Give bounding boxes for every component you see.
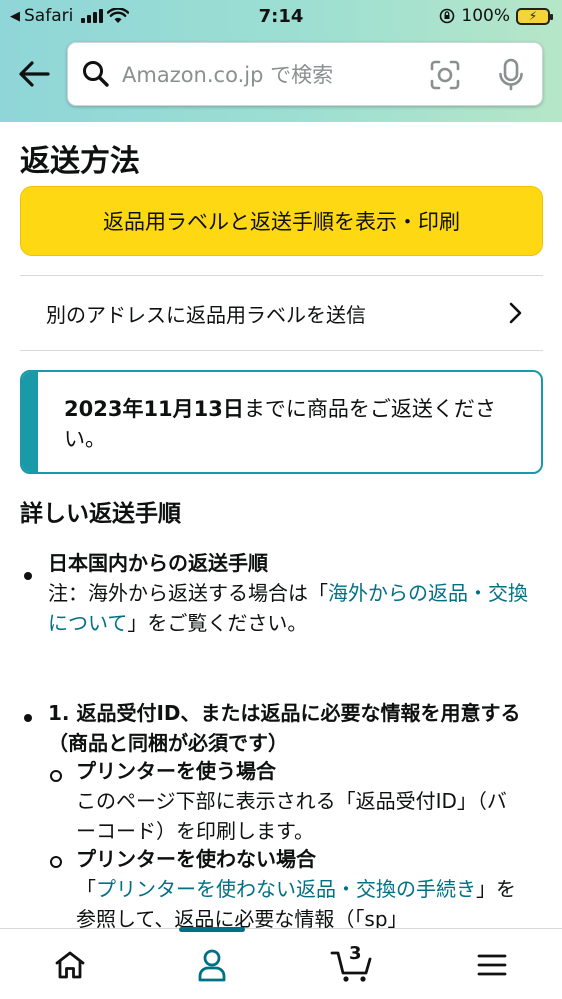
home-icon [55, 951, 85, 979]
nav-account[interactable] [190, 943, 234, 987]
printer-text: このページ下部に表示される「返品受付ID」（バーコード）を印刷します。 [76, 789, 507, 843]
search-input[interactable] [122, 55, 422, 95]
orientation-lock-icon [440, 8, 455, 24]
overseas-note: 注：海外から返送する場合は「海外からの返品・交換について」をご覧ください。 [48, 578, 543, 638]
status-right: 100% ⚡ [439, 6, 553, 26]
noprinter-prefix: 「 [76, 877, 96, 901]
notice-text: 2023年11月13日までに商品をご返送ください。 [64, 394, 524, 454]
send-label-to-other-address-link[interactable]: 別のアドレスに返品用ラベルを送信 [20, 276, 543, 350]
active-tab-indicator [179, 927, 245, 932]
nav-cart[interactable]: 3 [330, 943, 374, 987]
divider [20, 350, 543, 351]
bottom-navigation: 3 [0, 927, 562, 999]
page-title: 返送方法 [20, 144, 140, 179]
arrow-left-icon [19, 61, 50, 87]
account-user-icon [198, 949, 226, 982]
search-box[interactable] [67, 42, 543, 106]
nav-home[interactable] [48, 943, 92, 987]
bullet [24, 572, 32, 580]
send-label-link-label: 別のアドレスに返品用ラベルを送信 [46, 302, 366, 327]
notice-accent-bar [22, 372, 38, 472]
note-suffix: 」をご覧ください。 [127, 611, 308, 635]
noprinter-heading: プリンターを使わない場合 [76, 847, 316, 871]
domestic-heading: 日本国内からの返送手順 [48, 551, 268, 575]
printer-heading: プリンターを使う場合 [76, 759, 276, 783]
deadline-date: 2023年11月13日 [64, 397, 244, 421]
status-bar: ◀ Safari 7:14 100% ⚡ [0, 0, 562, 34]
noprinter-procedure-link[interactable]: プリンターを使わない返品・交換の手続き [96, 877, 476, 901]
cart-count-badge: 3 [349, 943, 362, 964]
nav-menu[interactable] [470, 943, 514, 987]
battery-percent: 100% [461, 6, 510, 26]
bullet [24, 714, 32, 722]
noprinter-text: 「プリンターを使わない返品・交換の手続き」を参照して、返品に必要な情報（「sp」 [76, 874, 521, 928]
hamburger-menu-icon [477, 954, 507, 976]
section-title: 詳しい返送手順 [20, 501, 181, 527]
print-return-label-button[interactable]: 返品用ラベルと返送手順を表示・印刷 [20, 186, 543, 256]
chevron-right-icon [509, 302, 522, 324]
back-button[interactable] [16, 56, 52, 92]
step1-heading: 1. 返品受付ID、または返品に必要な情報を用意する（商品と同梱が必須です） [48, 701, 521, 755]
camera-scan-icon[interactable] [430, 60, 460, 90]
note-prefix: 注：海外から返送する場合は「 [48, 581, 328, 605]
search-icon [83, 61, 109, 87]
return-deadline-notice: 2023年11月13日までに商品をご返送ください。 [20, 370, 543, 474]
battery-charging-icon: ⚡ [516, 7, 553, 25]
sub-bullet [50, 856, 62, 868]
header: ◀ Safari 7:14 100% ⚡ [0, 0, 562, 122]
microphone-icon[interactable] [498, 58, 524, 92]
sub-bullet [50, 770, 62, 782]
